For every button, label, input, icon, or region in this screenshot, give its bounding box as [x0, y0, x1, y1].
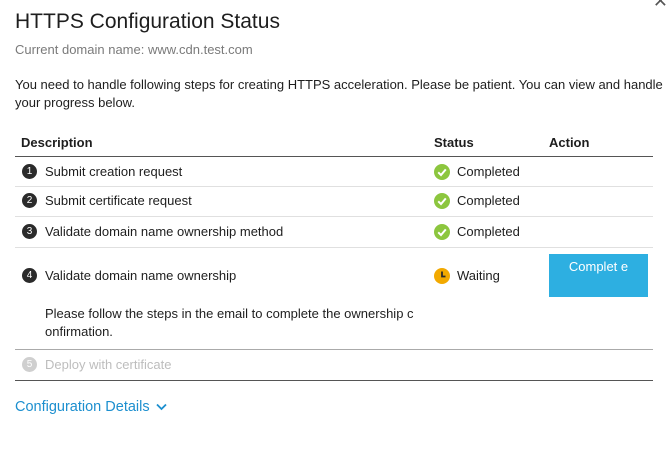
clock-icon: [434, 268, 450, 284]
step-label: Submit creation request: [45, 164, 183, 179]
status-text: Completed: [457, 193, 520, 208]
status-text: Waiting: [457, 268, 500, 283]
table-row: 4 Validate domain name ownership Waiting…: [15, 248, 653, 350]
step-note: Please follow the steps in the email to …: [45, 306, 414, 339]
configuration-details-link[interactable]: Configuration Details: [15, 399, 167, 415]
table-row: 2 Submit certificate request Completed: [15, 187, 653, 217]
table-row: 3 Validate domain name ownership method …: [15, 217, 653, 248]
step-label: Deploy with certificate: [45, 357, 172, 372]
check-circle-icon: [434, 193, 450, 209]
step-number: 5: [22, 357, 37, 372]
header-description: Description: [21, 135, 93, 150]
check-circle-icon: [434, 164, 450, 180]
header-action: Action: [549, 135, 590, 150]
current-domain: Current domain name: www.cdn.test.com: [15, 42, 253, 57]
status-text: Completed: [457, 164, 520, 179]
table-row: 5 Deploy with certificate: [15, 350, 653, 381]
dialog-title: HTTPS Configuration Status: [15, 10, 280, 33]
step-number: 3: [22, 224, 37, 239]
configuration-details-label: Configuration Details: [15, 399, 150, 415]
table-row: 1 Submit creation request Completed: [15, 157, 653, 187]
intro-text: You need to handle following steps for c…: [15, 77, 663, 110]
check-circle-icon: [434, 224, 450, 240]
close-icon[interactable]: ✕: [653, 0, 668, 12]
step-label: Submit certificate request: [45, 193, 192, 208]
steps-table: Description Status Action 1 Submit creat…: [15, 132, 653, 381]
step-label: Validate domain name ownership method: [45, 224, 284, 239]
step-number: 2: [22, 193, 37, 208]
step-number: 4: [22, 268, 37, 283]
header-status: Status: [434, 135, 474, 150]
step-number: 1: [22, 164, 37, 179]
chevron-down-icon: [155, 404, 167, 411]
status-text: Completed: [457, 224, 520, 239]
table-header: Description Status Action: [15, 132, 653, 157]
step-label: Validate domain name ownership: [45, 268, 237, 283]
complete-button[interactable]: Complet e: [549, 254, 648, 297]
